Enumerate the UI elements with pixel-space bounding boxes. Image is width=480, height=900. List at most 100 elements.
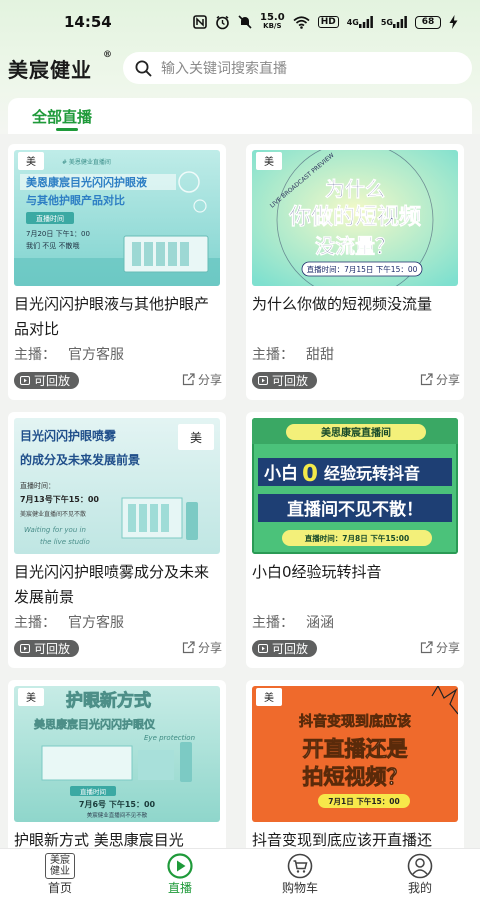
svg-text:美: 美 (26, 691, 36, 704)
live-card[interactable]: LIVE BROADCAST PREVIEW 美 为什么 你做的短视频 没流量？… (246, 144, 464, 400)
host-name: 涵涵 (306, 615, 334, 631)
poster-tag: 直播时间 (36, 214, 64, 223)
share-button[interactable]: 分享 (420, 639, 460, 656)
poster-line: 小白 (264, 463, 298, 484)
nav-cart[interactable]: 购物车 (240, 849, 360, 900)
replay-badge[interactable]: 可回放 (14, 640, 80, 657)
replay-badge[interactable]: 可回放 (14, 372, 80, 389)
poster-line: 直播间不见不散！ (287, 499, 423, 520)
poster-slogan: 我们 不见 不散哦 (26, 241, 79, 250)
live-title[interactable]: 小白0经验玩转抖音 (252, 560, 460, 612)
status-bar: 14:54 15.0 KB/S HD 4G 5G 68 (0, 0, 480, 44)
nav-mine[interactable]: 我的 (360, 849, 480, 900)
replay-icon (20, 644, 30, 653)
live-grid[interactable]: 美 # 美恩健业直播间 美恩康宸目光闪闪护眼液 与其他护眼产品对比 直播时间 7… (8, 134, 472, 848)
share-button[interactable]: 分享 (182, 639, 222, 656)
live-title[interactable]: 护眼新方式 美思康宸目光 (14, 828, 222, 848)
hd-badge: HD (317, 16, 339, 28)
poster-note: 美宸健业直播间不见不散 (20, 510, 86, 518)
mute-icon (238, 15, 252, 29)
poster-line: 抖音变现到底应该 (299, 713, 411, 730)
live-card[interactable]: 美 # 美恩健业直播间 美恩康宸目光闪闪护眼液 与其他护眼产品对比 直播时间 7… (8, 144, 226, 400)
charging-icon (449, 15, 458, 29)
replay-label: 可回放 (34, 642, 71, 656)
replay-icon (258, 644, 268, 653)
live-title[interactable]: 为什么你做的短视频没流量 (252, 292, 460, 344)
battery-level: 68 (421, 17, 435, 27)
live-cover-image[interactable]: 美 抖音变现到底应该 开直播还是 拍短视频？ 7月1日 下午15：00 (252, 686, 458, 822)
live-title[interactable]: 目光闪闪护眼喷雾成分及未来发展前景 (14, 560, 222, 612)
live-cover-image[interactable]: LIVE BROADCAST PREVIEW 美 为什么 你做的短视频 没流量？… (252, 150, 458, 286)
host-name: 官方客服 (68, 615, 124, 631)
poster-time: 7月6号 下午15：00 (79, 799, 156, 809)
poster-time: 直播时间：7月8日 下午15:00 (305, 533, 409, 543)
poster-heading: 与其他护眼产品对比 (26, 193, 125, 207)
svg-text:美: 美 (26, 155, 36, 168)
live-card[interactable]: 美思康宸直播间 小白 0 经验玩转抖音 直播间不见不散！ 直播时间：7月8日 下… (246, 412, 464, 668)
share-icon (420, 373, 433, 386)
brand-logo-text: 美宸健业 (8, 57, 92, 82)
poster-note: 美宸健业直播间不见不散 (87, 811, 148, 819)
live-cover-image[interactable]: 美思康宸直播间 小白 0 经验玩转抖音 直播间不见不散！ 直播时间：7月8日 下… (252, 418, 458, 554)
host-label: 主播： (14, 615, 56, 631)
svg-text:美: 美 (190, 431, 202, 445)
share-button[interactable]: 分享 (182, 371, 222, 388)
replay-badge[interactable]: 可回放 (252, 372, 318, 389)
poster-heading: 护眼新方式 (66, 690, 151, 711)
poster-line: 开直播还是 (303, 737, 408, 761)
poster-script: Waiting for you in (24, 526, 86, 534)
signal-4g: 4G (347, 16, 373, 28)
alarm-icon (215, 15, 230, 30)
net-speed-value: 15.0 (260, 12, 285, 23)
share-label: 分享 (435, 641, 460, 655)
host-name: 官方客服 (68, 347, 124, 363)
svg-text:美: 美 (264, 691, 274, 704)
host-label: 主播： (252, 347, 294, 363)
live-title[interactable]: 目光闪闪护眼液与其他护眼产品对比 (14, 292, 222, 344)
search-input[interactable]: 输入关键词搜索直播 (123, 52, 472, 84)
live-cover-image[interactable]: 美 # 美恩健业直播间 美恩康宸目光闪闪护眼液 与其他护眼产品对比 直播时间 7… (14, 150, 220, 286)
nav-live[interactable]: 直播 (120, 849, 240, 900)
share-button[interactable]: 分享 (420, 371, 460, 388)
live-cover-image[interactable]: 美 护眼新方式 美思康宸目光闪闪护眼仪 Eye protection 直播时间 … (14, 686, 220, 822)
poster-line: 拍短视频？ (303, 765, 408, 789)
poster-top-text: 美思康宸直播间 (321, 426, 391, 439)
signal-5g: 5G (381, 16, 407, 28)
status-time: 14:54 (64, 13, 112, 31)
poster-tag: 直播时间： (20, 481, 55, 490)
host-label: 主播： (252, 615, 294, 631)
play-circle-icon (167, 853, 193, 879)
nav-home[interactable]: 美宸 健业 首页 (0, 849, 120, 900)
host-line: 主播： 甜甜 (252, 344, 334, 364)
search-icon (135, 60, 161, 77)
poster-script: the live studio (40, 538, 90, 546)
status-icons: 15.0 KB/S HD 4G 5G 68 (193, 13, 458, 31)
poster-script: Eye protection (144, 734, 195, 742)
live-card[interactable]: 美 抖音变现到底应该 开直播还是 拍短视频？ 7月1日 下午15：00 抖音变现… (246, 680, 464, 848)
bottom-nav: 美宸 健业 首页 直播 购物车 我的 (0, 848, 480, 900)
live-card[interactable]: 美 护眼新方式 美思康宸目光闪闪护眼仪 Eye protection 直播时间 … (8, 680, 226, 848)
share-icon (182, 641, 195, 654)
poster-tag: 直播时间 (80, 787, 106, 796)
poster-line: 0 (302, 461, 318, 487)
share-icon (420, 641, 433, 654)
poster-time: 直播时间：7月15日 下午15：00 (307, 264, 418, 274)
poster-line: 经验玩转抖音 (324, 464, 420, 483)
live-card[interactable]: 美 目光闪闪护眼喷雾 的成分及未来发展前景 直播时间： 7月13号下午15：00… (8, 412, 226, 668)
poster-heading: 美恩康宸目光闪闪护眼液 (26, 175, 148, 189)
app-header: 美宸健业 ® 输入关键词搜索直播 (0, 48, 480, 88)
poster-line: 没流量？ (315, 234, 395, 258)
replay-badge[interactable]: 可回放 (252, 640, 318, 657)
replay-label: 可回放 (34, 374, 71, 388)
tab-all-live[interactable]: 全部直播 (32, 98, 92, 131)
brand-logo[interactable]: 美宸健业 ® (8, 50, 115, 83)
host-line: 主播： 涵涵 (252, 612, 334, 632)
registered-mark: ® (103, 49, 114, 60)
nav-label: 我的 (407, 881, 432, 895)
nav-label: 直播 (167, 881, 192, 895)
live-title[interactable]: 抖音变现到底应该开直播还 (252, 828, 460, 848)
cart-icon (287, 853, 313, 879)
poster-time: 7月20日 下午1：00 (26, 229, 90, 238)
net-speed-unit: KB/S (263, 22, 282, 30)
live-cover-image[interactable]: 美 目光闪闪护眼喷雾 的成分及未来发展前景 直播时间： 7月13号下午15：00… (14, 418, 220, 554)
